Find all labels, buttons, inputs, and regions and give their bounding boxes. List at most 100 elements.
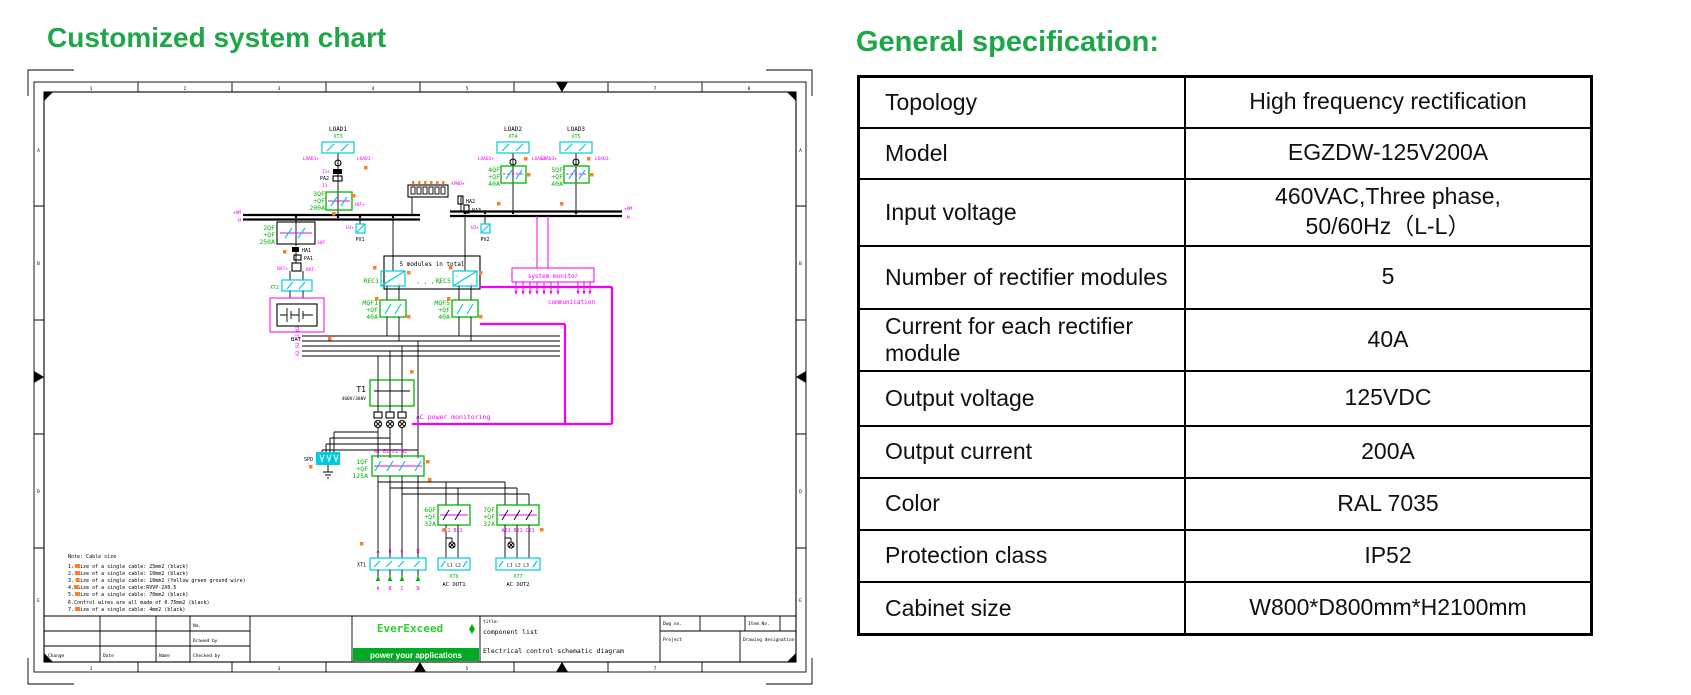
load3-branch: LOAD3 XT5 LOAD3+ LOAD3- 5QF +QF 40A <box>541 126 612 211</box>
phase-label: C <box>400 549 403 555</box>
table-row: Output voltage 125VDC <box>859 371 1592 426</box>
tb-designation-label: Drawing designation <box>743 637 795 643</box>
zone-num: 7 <box>654 86 657 92</box>
left-panel-title: Customized system chart <box>47 22 386 54</box>
breaker-label: 200A <box>309 204 325 212</box>
phase-label: C <box>400 586 403 592</box>
cable-notes: Note: Cable size 1. Size of a single cab… <box>68 554 246 613</box>
dc-symbol: = <box>398 282 401 287</box>
load1-label: LOAD1 <box>329 126 347 133</box>
tb-itemno-label: Item No. <box>748 621 770 627</box>
right-panel-title: General specification: <box>856 26 1159 59</box>
load1-pos-label: LOAD1+ <box>303 156 320 162</box>
load2-label: LOAD2 <box>504 126 522 133</box>
note-line: 6.Control wires are all made of 0.75mm2 … <box>68 600 209 606</box>
note-line: 2. Size of a single cable: 10mm2 (black) <box>68 571 188 577</box>
spec-label: Output current <box>859 426 1186 478</box>
xt1-output: A B C N XT1 A B C N <box>357 549 426 592</box>
load1-ipos-label: I1+ <box>322 169 330 175</box>
zone-num: 5 <box>466 86 469 92</box>
transformer-t1: T1 460V/380V <box>342 341 418 458</box>
breaker-label: 250A <box>259 238 275 246</box>
out1-branch: 6QF +QF 32A A11 B11 L1 L2 XT6 AC OUT1 <box>424 505 470 588</box>
title-block: No. Drawed by Checked by Change Date Nam… <box>44 616 796 662</box>
ac-bus-label: A2 B2 C2 N2 <box>295 326 301 356</box>
xt1-label: XT1 <box>357 563 366 569</box>
phase-label: A <box>376 549 379 555</box>
spec-value: High frequency rectification <box>1185 77 1592 128</box>
table-row: Cabinet size W800*D800mm*H2100mm <box>859 582 1592 635</box>
spec-label: Protection class <box>859 530 1186 582</box>
breaker-neg-label: 3QF- <box>317 240 328 246</box>
zone-num: 1 <box>90 86 93 92</box>
table-row: Topology High frequency rectification <box>859 77 1592 128</box>
xt6-label: XT6 <box>449 574 458 580</box>
tb-dwgno-label: Dwg no. <box>663 621 682 627</box>
load1-ineg-label: I1- <box>322 183 330 189</box>
note-line: 1. Size of a single cable: 25mm2 (black) <box>68 564 188 570</box>
zone-letter: E <box>37 598 40 604</box>
breaker-label: 32A <box>483 520 495 528</box>
output-branch-wiring <box>378 482 529 505</box>
zone-letter: A <box>37 148 40 154</box>
table-row: Protection class IP52 <box>859 530 1592 582</box>
note-line: 5. Size of a single cable: 70mm2 (black) <box>68 592 188 598</box>
monitor-arrows <box>515 282 592 295</box>
spec-label: Current for each rectifier module <box>859 309 1186 371</box>
zone-letter: D <box>37 489 40 495</box>
load1-terminal-label: XT3 <box>333 134 342 140</box>
modules-dots: · · · · <box>416 280 441 287</box>
spec-label: Output voltage <box>859 371 1186 426</box>
xt7-terminals-label: L1 L2 L3 <box>507 563 529 569</box>
breaker-label: 40A <box>438 313 450 321</box>
qf7-phases-label: A21 B21 C21 <box>501 528 534 534</box>
ac-power-monitoring-label: AC power monitoring <box>416 413 490 421</box>
tb-doc1: component list <box>483 628 538 636</box>
breaker-pos-label: 3QF+ <box>354 202 365 208</box>
ha2-label: HA2 <box>466 199 475 205</box>
bat-pos-label: BAT+ <box>277 266 288 272</box>
zone-letter: E <box>799 598 802 604</box>
pa1-label: PA1 <box>304 256 313 262</box>
table-row: Model EGZDW-125V200A <box>859 128 1592 179</box>
note-line: 3. Size of a single cable: 10mm2 (Yellow… <box>68 578 246 584</box>
load3-neg-label: LOAD3- <box>595 156 611 162</box>
bus-pos-label: +HM <box>624 206 632 212</box>
u2-label: U2+ <box>471 225 479 231</box>
tb-project-label: Project <box>663 637 682 643</box>
brand-leaf-icon <box>469 624 475 634</box>
phase-indicator-lamps <box>374 412 406 428</box>
zone-letter: D <box>799 489 802 495</box>
battery-branch: 2QF +QF 250A 3QF- HA1 PA1 BAT+ BAT- XT2 … <box>259 220 328 344</box>
zone-letter: B <box>37 261 40 267</box>
breaker-label: 125A <box>352 472 368 480</box>
spec-label: Model <box>859 128 1186 179</box>
zone-num: 7 <box>654 666 657 672</box>
table-row: Input voltage 460VAC,Three phase, 50/60H… <box>859 179 1592 246</box>
spec-value: 5 <box>1185 246 1592 309</box>
zone-num: 8 <box>748 86 751 92</box>
load1-meter-label: PA2 <box>320 176 329 182</box>
zone-num: 4 <box>372 86 375 92</box>
rectifier-modules: 5 modules in total REC1 ~ = REC5 ~ = · ·… <box>362 216 480 341</box>
tb-date-label: Date <box>103 653 114 659</box>
zone-letter: B <box>799 261 802 267</box>
load2-pos-label: LOAD2+ <box>478 156 495 162</box>
system-monitor: system monitor communication <box>512 216 595 306</box>
pv1-label: PV1 <box>355 237 364 243</box>
load3-pos-label: LOAD3+ <box>541 156 558 162</box>
bat-neg-label: BAT- <box>306 267 317 273</box>
note-line: 7. Size of a single cable: 4mm2 (black) <box>68 607 185 613</box>
pa3-label: PA3 <box>472 208 481 214</box>
spec-value: W800*D800mm*H2100mm <box>1185 582 1592 635</box>
load3-terminal-label: XT5 <box>571 134 580 140</box>
spec-value: 200A <box>1185 426 1592 478</box>
spec-label: Cabinet size <box>859 582 1186 635</box>
apwd-label: APWD+ <box>451 181 465 187</box>
zone-num: 2 <box>184 86 187 92</box>
spec-value: 460VAC,Three phase, 50/60Hz（L-L） <box>1185 179 1592 246</box>
spec-value: RAL 7035 <box>1185 478 1592 530</box>
rec1-label: REC1 <box>363 277 379 285</box>
zone-num: 3 <box>278 666 281 672</box>
phase-label: B <box>388 586 391 592</box>
